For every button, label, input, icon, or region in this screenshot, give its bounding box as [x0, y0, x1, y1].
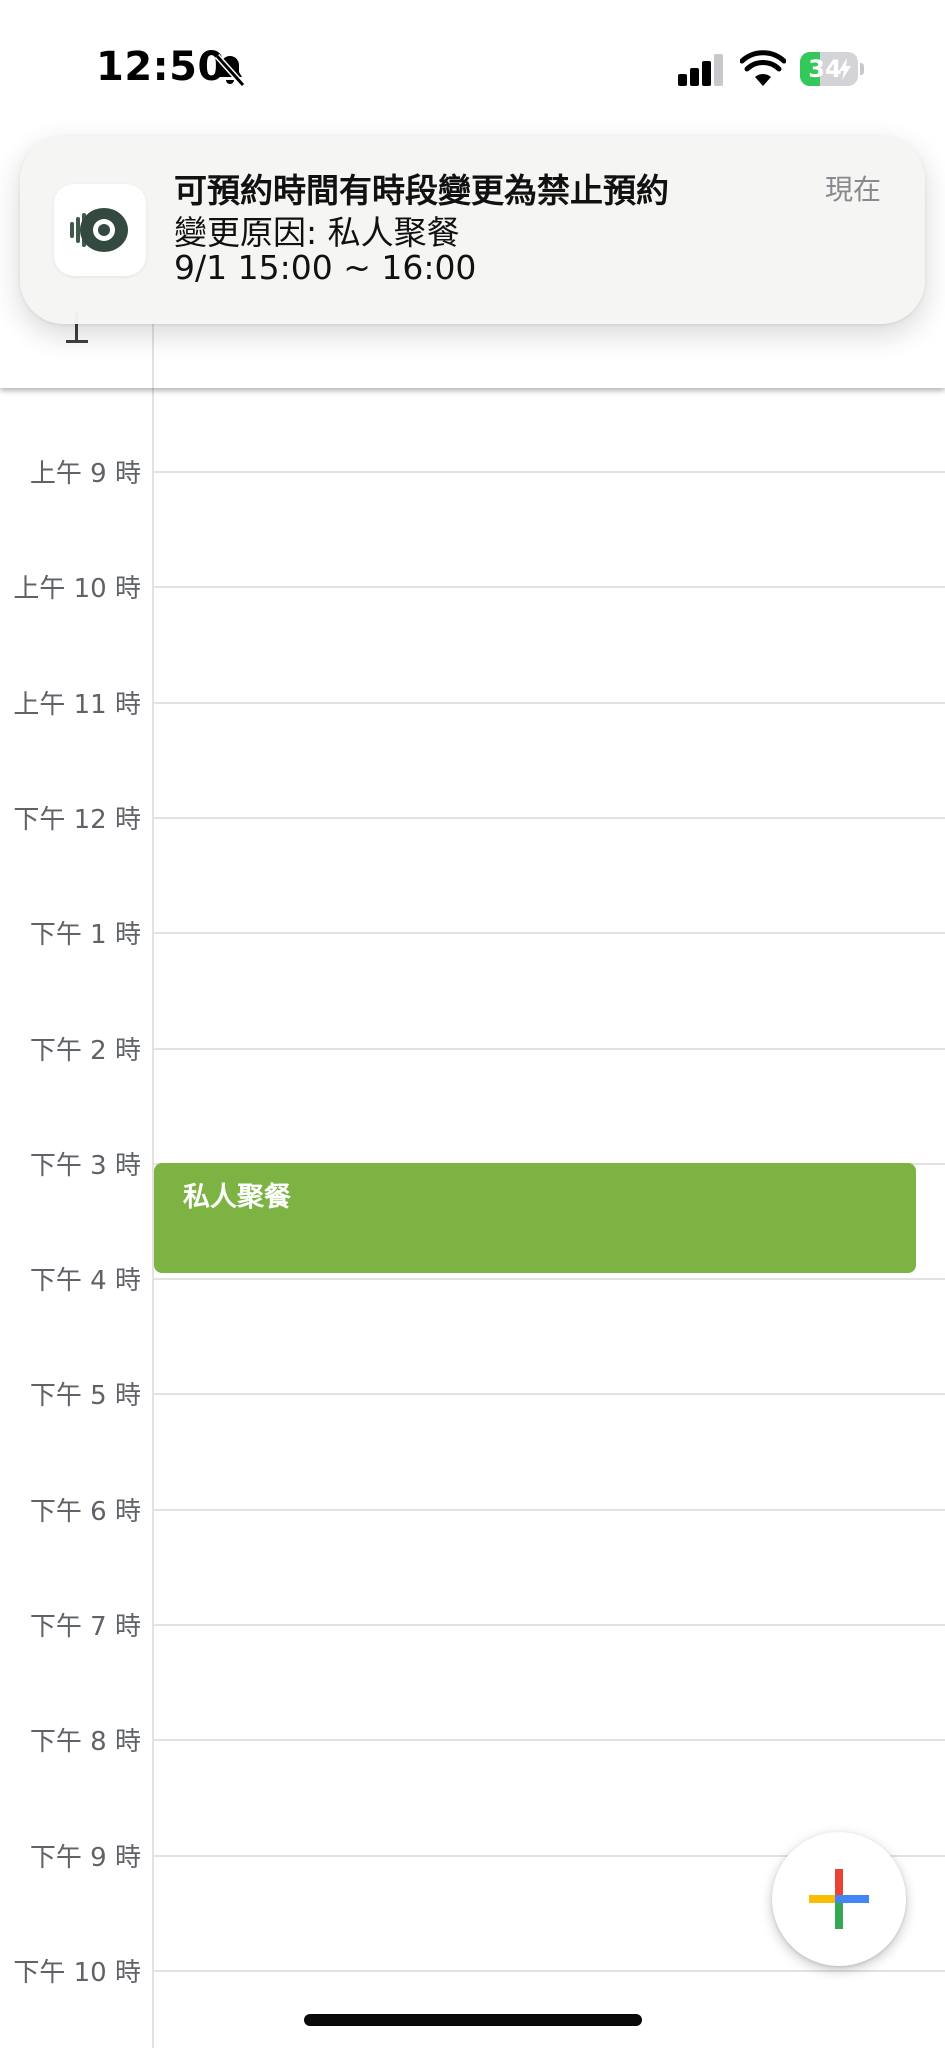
battery-cap [860, 63, 864, 75]
hour-label: 下午 12 時 [13, 805, 141, 835]
create-event-button[interactable] [772, 1832, 906, 1966]
hour-row[interactable]: 下午 7 時 [0, 1612, 945, 1642]
hour-row[interactable]: 下午 1 時 [0, 920, 945, 950]
status-bar: 12:50 34 [0, 0, 945, 130]
hour-gridline [152, 471, 945, 473]
hour-row[interactable]: 下午 6 時 [0, 1497, 945, 1527]
hour-label: 上午 11 時 [13, 690, 141, 720]
plus-icon [809, 1869, 869, 1929]
hour-label: 下午 7 時 [29, 1612, 141, 1642]
home-indicator[interactable] [304, 2014, 642, 2026]
battery-body: 34 [800, 52, 858, 86]
hour-label: 下午 1 時 [29, 920, 141, 950]
app-logo-icon [54, 184, 146, 276]
hour-row[interactable]: 下午 8 時 [0, 1727, 945, 1757]
hour-row[interactable]: 上午 9 時 [0, 459, 945, 489]
hour-label: 下午 4 時 [29, 1266, 141, 1296]
battery-charging-icon: 34 [800, 52, 864, 86]
hour-row[interactable]: 下午 12 時 [0, 805, 945, 835]
hour-gridline [152, 702, 945, 704]
notification-reason: 變更原因: 私人聚餐 [174, 213, 460, 252]
hour-row[interactable]: 下午 4 時 [0, 1266, 945, 1296]
hour-gridline [152, 586, 945, 588]
hour-row[interactable]: 下午 2 時 [0, 1036, 945, 1066]
hour-gridline [152, 817, 945, 819]
hour-label: 下午 8 時 [29, 1727, 141, 1757]
hour-label: 下午 9 時 [29, 1843, 141, 1873]
hour-label: 上午 9 時 [29, 459, 141, 489]
hour-row[interactable]: 下午 5 時 [0, 1381, 945, 1411]
hour-label: 下午 5 時 [29, 1381, 141, 1411]
hour-label: 上午 10 時 [13, 574, 141, 604]
hour-label: 下午 2 時 [29, 1036, 141, 1066]
hour-gridline [152, 1624, 945, 1626]
day-timeline[interactable]: 上午 9 時上午 10 時上午 11 時下午 12 時下午 1 時下午 2 時下… [0, 388, 945, 2048]
bell-slash-icon [214, 53, 246, 88]
hour-row[interactable]: 上午 11 時 [0, 690, 945, 720]
hour-label: 下午 3 時 [29, 1151, 141, 1181]
hour-row[interactable]: 下午 10 時 [0, 1958, 945, 1988]
notification-timestamp: 現在 [824, 173, 881, 206]
hour-label: 下午 10 時 [13, 1958, 141, 1988]
hour-gridline [152, 1509, 945, 1511]
event-block[interactable]: 私人聚餐 [154, 1163, 916, 1273]
notification-title: 可預約時間有時段變更為禁止預約 [174, 171, 669, 210]
hour-gridline [152, 1278, 945, 1280]
status-time: 12:50 [96, 44, 226, 90]
hour-gridline [152, 1393, 945, 1395]
hour-gridline [152, 1048, 945, 1050]
hour-gridline [152, 932, 945, 934]
event-title: 私人聚餐 [183, 1182, 291, 1213]
notification-banner[interactable]: 可預約時間有時段變更為禁止預約 變更原因: 私人聚餐 9/1 15:00 ~ 1… [20, 136, 925, 324]
hour-row[interactable]: 上午 10 時 [0, 574, 945, 604]
hour-label: 下午 6 時 [29, 1497, 141, 1527]
cellular-signal-icon [678, 54, 723, 86]
wifi-icon [740, 50, 786, 86]
charging-bolt-icon [839, 58, 851, 80]
hour-gridline [152, 1739, 945, 1741]
notification-timeslot: 9/1 15:00 ~ 16:00 [174, 248, 477, 287]
hour-gridline [152, 1970, 945, 1972]
